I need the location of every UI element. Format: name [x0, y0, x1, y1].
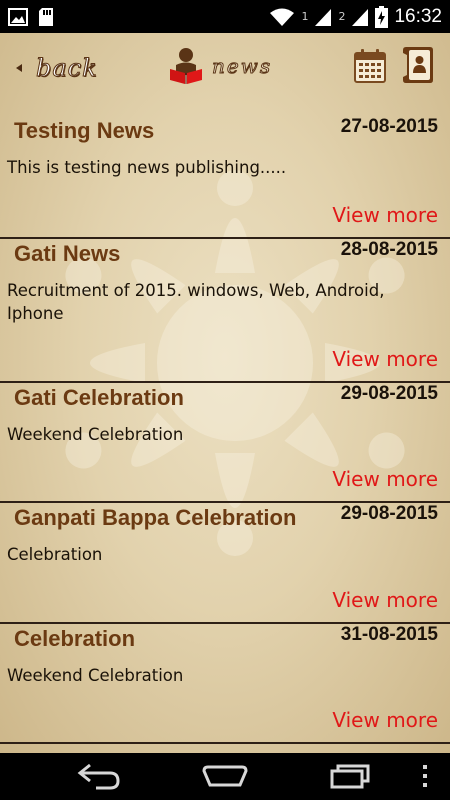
news-header: Gati Celebration 29-08-2015	[14, 383, 438, 419]
page-title: news	[168, 47, 272, 85]
sd-card-icon	[39, 7, 53, 26]
sim1-label: 1	[301, 10, 309, 23]
nav-menu-button[interactable]	[418, 761, 432, 795]
page-title-text: news	[211, 54, 273, 79]
news-title: Celebration	[14, 625, 136, 651]
nav-back-button[interactable]	[76, 761, 122, 795]
news-description: Weekend Celebration	[7, 665, 184, 685]
nav-menu-icon	[423, 765, 427, 787]
calendar-button[interactable]	[354, 49, 386, 87]
calendar-icon	[354, 49, 386, 83]
news-description: This is testing news publishing.....	[7, 158, 287, 177]
app-header: back news	[0, 33, 450, 106]
profile-icon	[403, 47, 433, 83]
view-more-link[interactable]: View more	[332, 347, 438, 371]
navigation-bar	[0, 753, 450, 800]
signal-icon	[352, 8, 369, 26]
battery-icon	[375, 5, 389, 28]
news-date: 31-08-2015	[340, 623, 438, 645]
news-title: Testing News	[14, 118, 155, 143]
news-description: Weekend Celebration	[7, 424, 184, 444]
nav-back-icon	[77, 763, 120, 790]
back-label: back	[36, 54, 98, 83]
news-item[interactable]: Gati News 28-08-2015 Recruitment of 2015…	[0, 236, 450, 381]
news-title: Ganpati Bappa Celebration	[14, 505, 297, 530]
news-date: 29-08-2015	[340, 503, 438, 524]
news-header: Gati News 28-08-2015	[14, 239, 438, 275]
status-notifications	[0, 7, 54, 27]
news-header: Ganpati Bappa Celebration 29-08-2015	[14, 503, 438, 539]
news-item[interactable]: Testing News 27-08-2015 This is testing …	[0, 116, 450, 237]
news-title: Gati News	[14, 240, 121, 266]
nav-recents-icon	[330, 764, 370, 789]
news-header: Celebration 31-08-2015	[14, 624, 438, 660]
nav-recents-button[interactable]	[328, 761, 374, 795]
news-item[interactable]: Celebration 31-08-2015 Weekend Celebrati…	[0, 621, 450, 743]
signal-icon	[315, 8, 332, 26]
news-header: Testing News 27-08-2015	[14, 116, 438, 152]
news-item[interactable]: Gati Celebration 29-08-2015 Weekend Cele…	[0, 380, 450, 502]
news-title: Gati Celebration	[14, 384, 184, 410]
profile-button[interactable]	[403, 47, 433, 87]
view-more-link[interactable]: View more	[332, 708, 438, 732]
status-time: 16:32	[394, 5, 442, 27]
news-list: Testing News 27-08-2015 This is testing …	[0, 116, 450, 753]
image-icon	[8, 7, 28, 26]
news-screen: back news Testing News 27-08-2015 This i…	[0, 33, 450, 753]
news-item[interactable]: Ganpati Bappa Celebration 29-08-2015 Cel…	[0, 501, 450, 622]
sim2-label: 2	[338, 10, 346, 23]
news-date: 29-08-2015	[340, 382, 438, 404]
reader-icon	[170, 48, 202, 84]
news-description: Celebration	[7, 545, 103, 564]
news-date: 28-08-2015	[340, 238, 438, 260]
view-more-link[interactable]: View more	[332, 588, 438, 612]
back-button[interactable]: back	[16, 51, 98, 85]
view-more-link[interactable]: View more	[332, 467, 438, 491]
nav-home-icon	[202, 765, 248, 787]
wifi-icon	[270, 8, 295, 26]
status-indicators: 1 2 16:32	[269, 5, 450, 28]
nav-home-button[interactable]	[200, 761, 250, 795]
view-more-link[interactable]: View more	[332, 203, 438, 227]
back-arrow-icon	[16, 64, 22, 72]
status-bar: 1 2 16:32	[0, 0, 450, 33]
news-date: 27-08-2015	[340, 116, 438, 137]
news-item-partial[interactable]	[0, 742, 450, 753]
news-description: Recruitment of 2015. windows, Web, Andro…	[7, 280, 385, 323]
